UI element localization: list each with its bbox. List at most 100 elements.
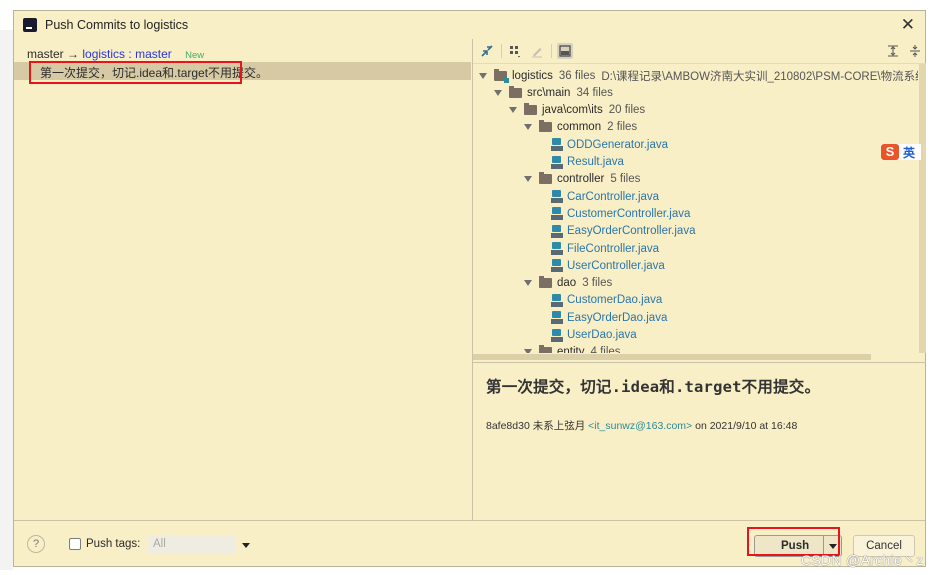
tree-file-row[interactable]: FileController.java bbox=[551, 240, 659, 257]
folder-icon bbox=[539, 120, 552, 133]
remote-name[interactable]: logistics bbox=[82, 47, 125, 61]
title-bar: Push Commits to logistics ✕ bbox=[14, 11, 925, 39]
file-count: 3 files bbox=[582, 277, 613, 290]
ime-toolbar[interactable]: S 英 bbox=[881, 144, 922, 161]
new-badge: New bbox=[185, 50, 205, 61]
tree-folder-row[interactable]: controller 5 files bbox=[524, 171, 640, 188]
expand-triangle-icon[interactable] bbox=[494, 89, 502, 96]
chevron-down-icon[interactable] bbox=[242, 543, 250, 548]
collapse-all-icon[interactable] bbox=[907, 43, 923, 59]
intellij-app-icon bbox=[21, 16, 37, 32]
folder-icon bbox=[539, 276, 552, 289]
java-file-icon bbox=[551, 259, 563, 273]
tree-folder-row[interactable]: src\main 34 files bbox=[494, 84, 613, 101]
file-count: 20 files bbox=[608, 104, 646, 117]
remote-branch[interactable]: master bbox=[135, 47, 172, 61]
tree-horizontal-scrollbar[interactable] bbox=[473, 354, 871, 360]
tree-file-row[interactable]: CustomerController.java bbox=[551, 205, 690, 222]
expand-triangle-icon[interactable] bbox=[479, 72, 487, 79]
java-file-icon bbox=[551, 155, 563, 169]
push-tags-checkbox[interactable] bbox=[69, 538, 81, 550]
tree-file-row[interactable]: UserDao.java bbox=[551, 327, 637, 344]
tree-file-row[interactable]: ODDGenerator.java bbox=[551, 136, 668, 153]
details-commit-message: 第一次提交，切记.idea和.target不用提交。 bbox=[486, 378, 821, 396]
toolbar-separator bbox=[501, 44, 502, 58]
file-name: UserController.java bbox=[567, 259, 665, 272]
commit-details-panel: 第一次提交，切记.idea和.target不用提交。 8afe8d30 未系上弦… bbox=[473, 362, 926, 521]
tree-file-row[interactable]: CustomerDao.java bbox=[551, 292, 662, 309]
java-file-icon bbox=[551, 328, 563, 342]
expand-all-icon[interactable] bbox=[885, 43, 901, 59]
file-count: 5 files bbox=[610, 173, 641, 186]
expand-diff-icon[interactable] bbox=[479, 43, 495, 59]
background-window-edge bbox=[0, 30, 13, 570]
expand-triangle-icon[interactable] bbox=[524, 280, 532, 287]
tree-file-row[interactable]: Result.java bbox=[551, 154, 624, 171]
file-name: CustomerController.java bbox=[567, 207, 691, 220]
tree-folder-row[interactable]: logistics 36 files D:\课程记录\AMBOW济南大实训_2108… bbox=[479, 67, 918, 84]
java-file-icon bbox=[551, 293, 563, 307]
close-icon[interactable]: ✕ bbox=[901, 15, 915, 35]
group-by-icon[interactable] bbox=[507, 43, 523, 59]
tree-folder-row[interactable]: common 2 files bbox=[524, 119, 637, 136]
folder-name: src\main bbox=[527, 86, 571, 99]
file-count: 2 files bbox=[607, 121, 638, 134]
tree-vertical-scrollbar[interactable] bbox=[919, 64, 926, 353]
expand-triangle-icon[interactable] bbox=[524, 176, 532, 183]
java-file-icon bbox=[551, 224, 563, 238]
expand-triangle-icon[interactable] bbox=[524, 349, 532, 353]
file-count: 34 files bbox=[576, 86, 613, 99]
file-name: FileController.java bbox=[567, 242, 660, 255]
commit-hash: 8afe8d30 bbox=[486, 420, 530, 432]
push-tags-select[interactable]: All bbox=[148, 535, 236, 554]
ime-mode[interactable]: 英 bbox=[903, 144, 915, 161]
watermark: CSDN @Archie丶z bbox=[801, 552, 924, 568]
file-count: 4 files bbox=[590, 346, 621, 353]
file-name: Result.java bbox=[567, 156, 624, 168]
java-file-icon bbox=[551, 207, 563, 221]
tree-file-row[interactable]: EasyOrderDao.java bbox=[551, 309, 667, 326]
show-details-icon[interactable] bbox=[557, 43, 573, 59]
remote-separator: : bbox=[125, 47, 136, 61]
folder-icon bbox=[494, 68, 509, 83]
bottom-bar: ? Push tags: All Push Cancel bbox=[14, 520, 925, 567]
tree-file-row[interactable]: UserController.java bbox=[551, 257, 665, 274]
commit-email[interactable]: <it_sunwz@163.com> bbox=[588, 420, 692, 432]
commit-message: 第一次提交，切记.idea和.target不用提交。 bbox=[40, 66, 269, 80]
tree-file-row[interactable]: CarController.java bbox=[551, 188, 659, 205]
folder-name: logistics bbox=[512, 69, 553, 82]
help-button[interactable]: ? bbox=[27, 535, 45, 553]
tree-file-row[interactable]: EasyOrderController.java bbox=[551, 223, 695, 240]
toolbar-separator bbox=[551, 44, 552, 58]
dialog-title: Push Commits to logistics bbox=[45, 18, 189, 32]
java-file-icon bbox=[551, 138, 563, 152]
file-count: 36 files bbox=[558, 69, 596, 82]
project-path: D:\课程记录\AMBOW济南大实训_210802\PSM-CORE\物流系统(… bbox=[601, 70, 918, 83]
tree-folder-row[interactable]: dao 3 files bbox=[524, 275, 612, 292]
tree-folder-row[interactable]: java\com\its 20 files bbox=[509, 102, 645, 119]
commit-row[interactable]: 第一次提交，切记.idea和.target不用提交。 bbox=[14, 62, 471, 80]
branch-line: master → logistics : master New bbox=[27, 47, 204, 61]
file-name: CarController.java bbox=[567, 190, 660, 203]
tree-folder-row[interactable]: entity 4 files bbox=[524, 344, 621, 353]
expand-triangle-icon[interactable] bbox=[509, 107, 517, 114]
local-branch: master bbox=[27, 47, 64, 61]
folder-icon bbox=[539, 345, 552, 353]
expand-triangle-icon[interactable] bbox=[524, 124, 532, 131]
folder-name: entity bbox=[557, 346, 585, 353]
java-file-icon bbox=[551, 190, 563, 204]
folder-icon bbox=[539, 172, 552, 185]
commit-date: on 2021/9/10 at 16:48 bbox=[695, 420, 798, 432]
push-tags-label: Push tags: bbox=[86, 538, 141, 550]
edit-icon[interactable] bbox=[529, 43, 545, 59]
details-meta: 8afe8d30 未系上弦月 <it_sunwz@163.com> on 202… bbox=[486, 418, 797, 433]
file-name: UserDao.java bbox=[567, 329, 637, 341]
push-commits-dialog: Push Commits to logistics ✕ master → log… bbox=[13, 10, 926, 567]
folder-name: dao bbox=[557, 277, 577, 290]
folder-icon bbox=[509, 85, 522, 98]
folder-name: common bbox=[557, 121, 602, 134]
file-name: CustomerDao.java bbox=[567, 294, 663, 307]
changes-panel: logistics 36 files D:\课程记录\AMBOW济南大实训_2108… bbox=[472, 39, 926, 520]
push-options-arrow-icon[interactable] bbox=[829, 544, 837, 549]
arrow-icon: → bbox=[67, 47, 80, 61]
